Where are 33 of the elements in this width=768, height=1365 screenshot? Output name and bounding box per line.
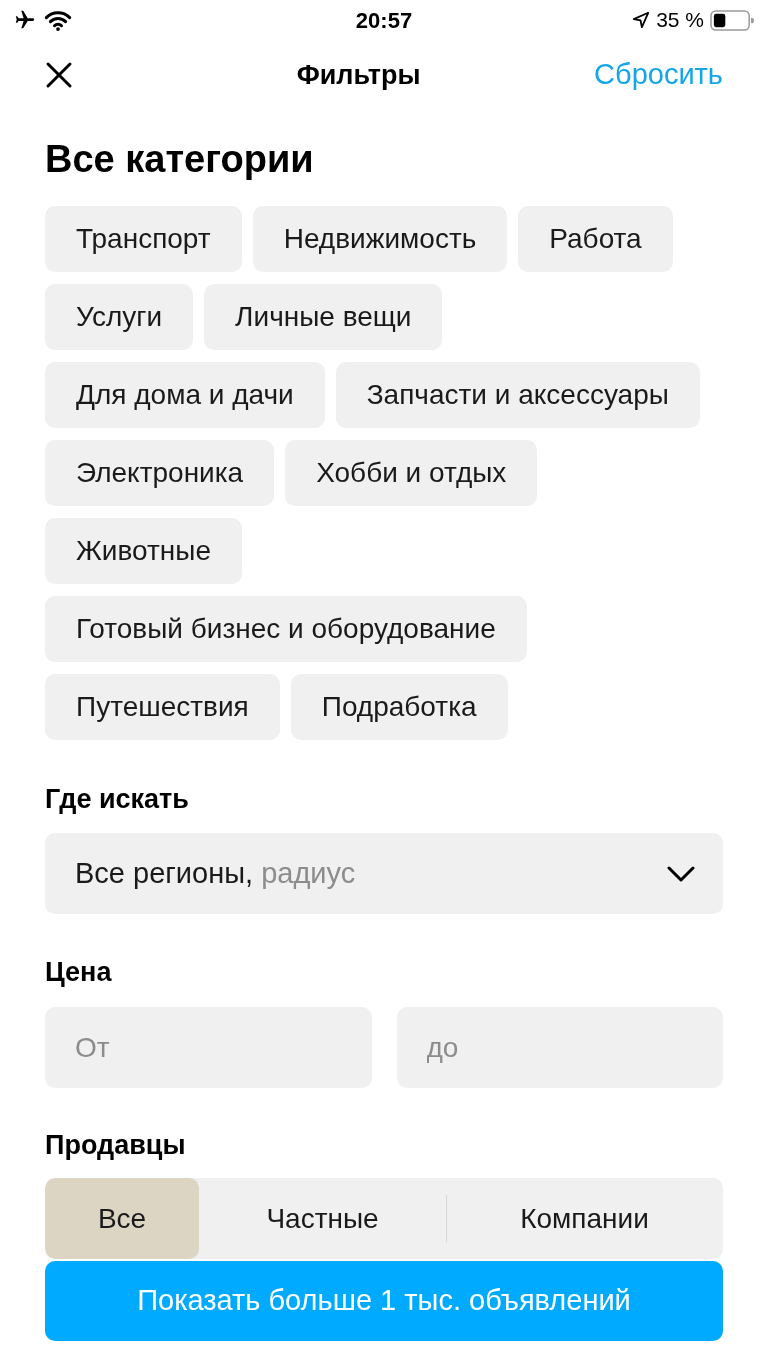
region-dropdown[interactable]: Все регионы, радиус <box>45 833 723 914</box>
segment-tab[interactable]: Частные <box>199 1178 446 1259</box>
section-label: Цена <box>45 956 113 988</box>
category-chip[interactable]: Подработка <box>290 674 508 740</box>
status-time: 20:57 <box>355 6 413 35</box>
category-chip[interactable]: Путешествия <box>45 674 280 740</box>
close-button[interactable] <box>45 61 73 89</box>
section-label: Продавцы <box>45 1129 187 1161</box>
category-chip[interactable]: Транспорт <box>45 206 242 272</box>
battery-percent: 35 % <box>656 7 704 34</box>
battery-icon <box>710 9 754 31</box>
close-icon <box>45 61 73 89</box>
section-label: Где искать <box>45 783 190 815</box>
wifi-icon <box>44 9 72 31</box>
category-chip[interactable]: Недвижимость <box>252 206 508 272</box>
price-input[interactable]: до <box>396 1007 723 1088</box>
chevron-down-icon <box>667 865 695 882</box>
category-chip[interactable]: Запчасти и аксессуары <box>335 362 700 428</box>
price-input[interactable]: От <box>45 1007 372 1088</box>
location-arrow-icon <box>632 11 651 29</box>
airplane-icon <box>14 9 36 31</box>
screen-title: Фильтры <box>296 58 421 92</box>
segment-tab[interactable]: Компании <box>446 1178 723 1259</box>
category-chip[interactable]: Личные вещи <box>204 284 443 350</box>
category-chip[interactable]: Работа <box>518 206 673 272</box>
category-chip[interactable]: Хобби и отдых <box>285 440 538 506</box>
segment-tab[interactable]: Все <box>45 1178 199 1259</box>
category-chip[interactable]: Электроника <box>45 440 275 506</box>
category-chip[interactable]: Животные <box>45 518 242 584</box>
category-chip[interactable]: Готовый бизнес и оборудование <box>45 596 527 662</box>
category-chip[interactable]: Для дома и дачи <box>45 362 325 428</box>
category-chip[interactable]: Услуги <box>45 284 194 350</box>
section-heading: Все категории <box>45 137 315 181</box>
